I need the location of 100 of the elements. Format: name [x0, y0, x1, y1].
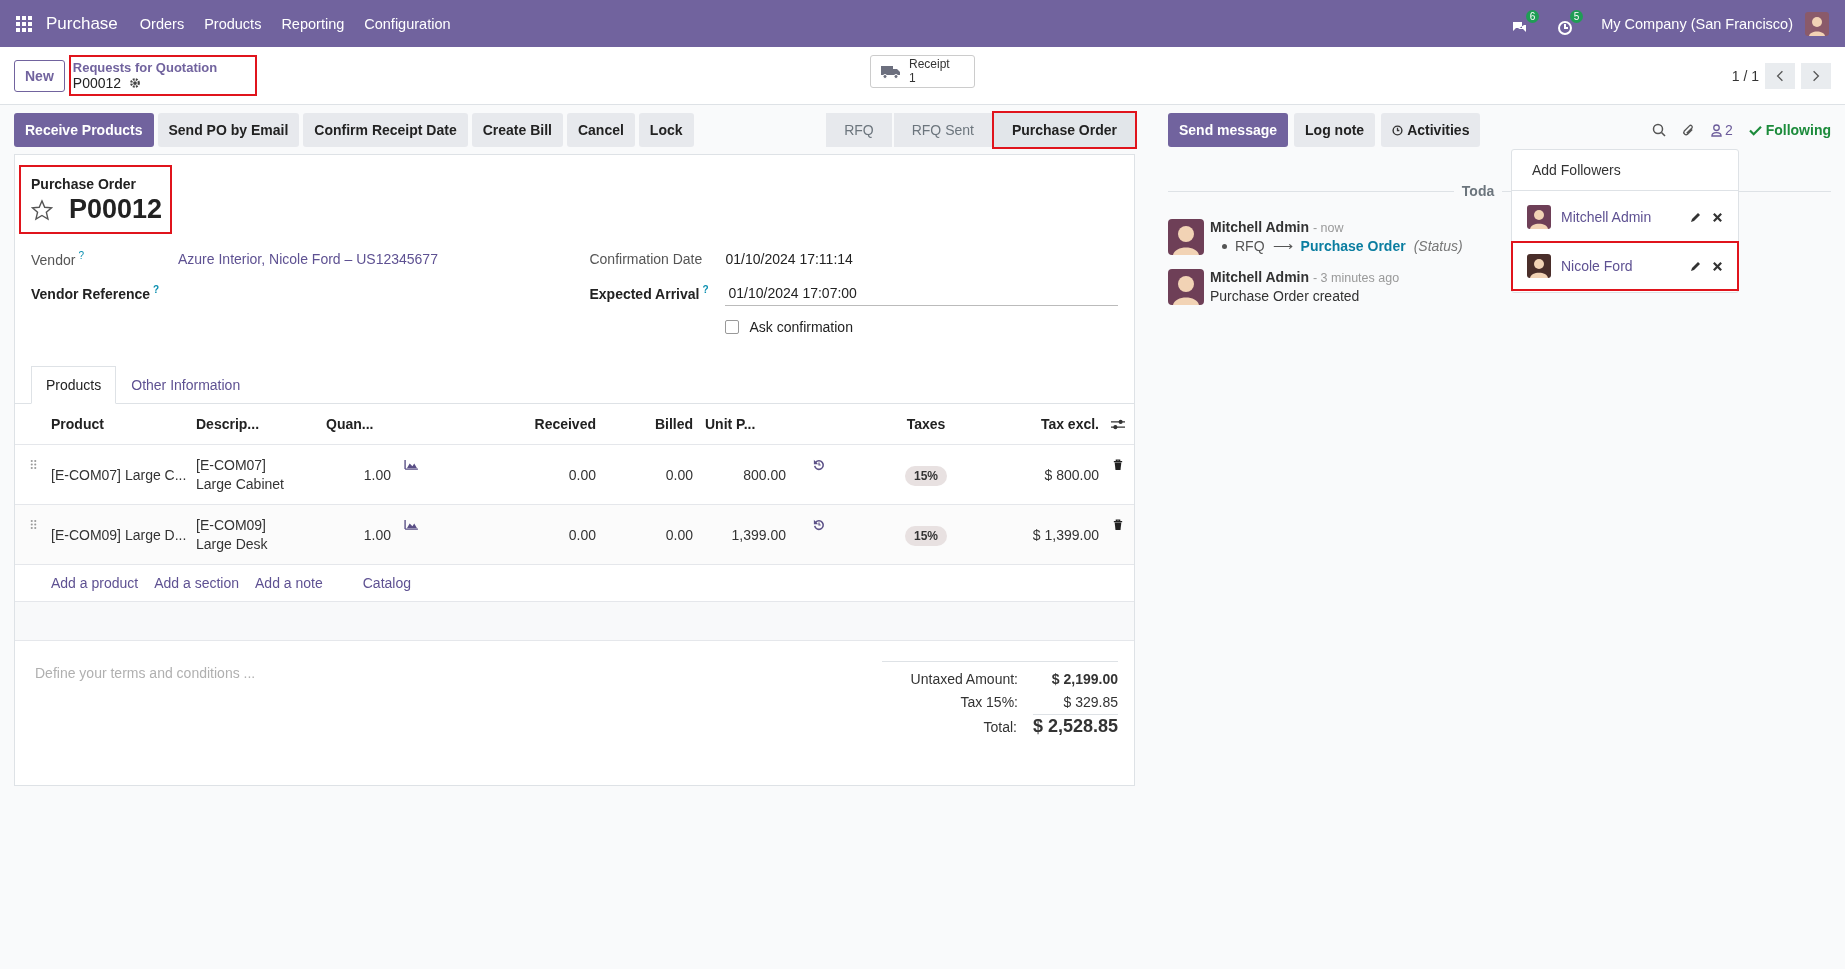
status-step[interactable]: RFQ Sent	[893, 113, 992, 147]
pencil-icon[interactable]	[1690, 260, 1702, 272]
next-button[interactable]	[1801, 62, 1831, 89]
column-header[interactable]: Taxes	[851, 416, 1001, 432]
new-button[interactable]: New	[14, 59, 65, 92]
company-switcher[interactable]: My Company (San Francisco)	[1601, 15, 1793, 32]
check-icon	[1748, 124, 1762, 136]
action-button[interactable]: Create Bill	[471, 113, 563, 147]
following-button[interactable]: Following	[1748, 122, 1831, 138]
field-label: Vendor Reference $^{?}$	[31, 284, 161, 302]
settings-sliders-icon[interactable]	[1110, 417, 1125, 431]
avatar-icon	[1527, 254, 1551, 278]
apps-grid-icon[interactable]	[16, 15, 32, 32]
remove-icon[interactable]	[1712, 260, 1723, 272]
receipt-smart-button[interactable]: Receipt 1	[870, 55, 975, 88]
field-label: Confirmation Date	[589, 251, 704, 267]
avatar-icon	[1168, 219, 1204, 255]
column-header[interactable]: Received	[431, 416, 596, 432]
follower-name: Nicole Ford	[1561, 258, 1634, 274]
bullet-icon	[1222, 243, 1227, 249]
checkbox[interactable]	[725, 320, 740, 334]
arrow-glyph: ⟶	[1272, 238, 1293, 254]
field-label: Expected Arrival $^{?}$	[589, 284, 710, 302]
breadcrumb-link[interactable]: Requests for Quotation	[72, 60, 218, 75]
gear-icon[interactable]	[129, 77, 142, 89]
menu-item[interactable]: Reporting	[281, 15, 345, 32]
status-step[interactable]: RFQ	[826, 113, 892, 147]
trash-icon[interactable]	[1112, 519, 1123, 531]
add-line-link[interactable]: Add a section	[154, 575, 239, 591]
pencil-icon[interactable]	[1690, 211, 1702, 223]
total-label: Untaxed Amount:	[910, 670, 1018, 689]
reset-icon[interactable]	[812, 459, 825, 471]
remove-icon[interactable]	[1712, 211, 1723, 223]
clock-icon	[1557, 19, 1574, 36]
status-step[interactable]: Purchase Order	[993, 113, 1135, 147]
table-cell-text: [E-COM09] Large Desk	[196, 515, 269, 554]
action-button[interactable]: Receive Products	[14, 113, 154, 147]
user-avatar-icon[interactable]	[1805, 11, 1829, 36]
column-header[interactable]: Product	[51, 416, 196, 432]
table-cell-text: 0.00	[567, 466, 596, 483]
title-label: Purchase Order	[31, 176, 138, 192]
menu-item[interactable]: Orders	[139, 15, 185, 32]
follower-item[interactable]: Nicole Ford	[1513, 243, 1737, 289]
chatter-button[interactable]: Activities	[1381, 113, 1481, 147]
action-button[interactable]: Cancel	[566, 113, 635, 147]
table-cell-text: 1,399.00	[730, 526, 786, 543]
follower-item[interactable]: Mitchell Admin	[1513, 194, 1737, 240]
column-header[interactable]: Unit P...	[693, 416, 786, 432]
record-title: P00012	[68, 194, 162, 225]
total-value: $ 2,528.85	[1032, 714, 1118, 738]
date-separator: Toda	[1460, 183, 1496, 199]
checkbox-label: Ask confirmation	[749, 319, 853, 335]
old-value: RFQ	[1235, 238, 1265, 254]
table-cell-text: [E-COM07] Large C...	[51, 466, 188, 483]
table-cell-text: [E-COM07] Large Cabinet	[196, 455, 285, 494]
vendor-link[interactable]: Azure Interior, Nicole Ford – US12345677	[178, 251, 438, 267]
table-cell-text: 1.00	[362, 466, 391, 483]
area-chart-icon[interactable]	[403, 519, 419, 530]
drag-handle-icon[interactable]	[29, 459, 37, 470]
message-text: Purchase Order created	[1210, 288, 1361, 304]
area-chart-icon[interactable]	[403, 459, 419, 470]
clock-icon	[1392, 124, 1404, 136]
action-button[interactable]: Lock	[638, 113, 694, 147]
table-cell-text: $ 1,399.00	[1031, 526, 1099, 543]
table-cell-text: [E-COM09] Large D...	[51, 526, 188, 543]
table-cell-text: 1.00	[362, 526, 391, 543]
tax-tag: 15%	[905, 525, 947, 546]
chatter-button[interactable]: Send message	[1168, 113, 1289, 147]
add-line-link[interactable]: Add a product	[51, 575, 139, 591]
app-name[interactable]: Purchase	[46, 13, 118, 34]
field-value: 01/10/2024 17:11:14	[725, 251, 853, 267]
tab[interactable]: Other Information	[116, 366, 256, 404]
trash-icon[interactable]	[1112, 459, 1123, 471]
column-header[interactable]: Billed	[596, 416, 693, 432]
new-value: Purchase Order	[1300, 238, 1406, 254]
menu-item[interactable]: Products	[204, 15, 262, 32]
message-time: - 3 minutes ago	[1312, 271, 1400, 285]
previous-button[interactable]	[1765, 62, 1795, 89]
tab[interactable]: Products	[31, 366, 117, 404]
add-line-link[interactable]: Add a note	[255, 575, 323, 591]
action-button[interactable]: Send PO by Email	[157, 113, 300, 147]
search-icon[interactable]	[1651, 123, 1666, 137]
column-header[interactable]: Quan...	[326, 416, 391, 432]
add-followers-item[interactable]: Add Followers	[1512, 150, 1738, 191]
column-header[interactable]: Tax excl.	[1001, 416, 1099, 432]
followers-button[interactable]: 2	[1710, 122, 1733, 138]
message-author: Mitchell Admin	[1210, 269, 1310, 285]
menu-item[interactable]: Configuration	[364, 15, 451, 32]
field-label: Vendor $^{?}$	[31, 250, 85, 268]
action-button[interactable]: Confirm Receipt Date	[303, 113, 468, 147]
reset-icon[interactable]	[812, 519, 825, 531]
add-line-link[interactable]: Catalog	[362, 575, 411, 591]
table-cell-text: $ 800.00	[1043, 466, 1099, 483]
chatter-button[interactable]: Log note	[1294, 113, 1376, 147]
truck-icon	[881, 64, 901, 79]
paperclip-icon[interactable]	[1681, 122, 1695, 138]
drag-handle-icon[interactable]	[29, 519, 37, 530]
column-header[interactable]: Descrip...	[196, 416, 326, 432]
chevron-right-icon	[1812, 69, 1820, 82]
person-icon	[1710, 123, 1722, 137]
